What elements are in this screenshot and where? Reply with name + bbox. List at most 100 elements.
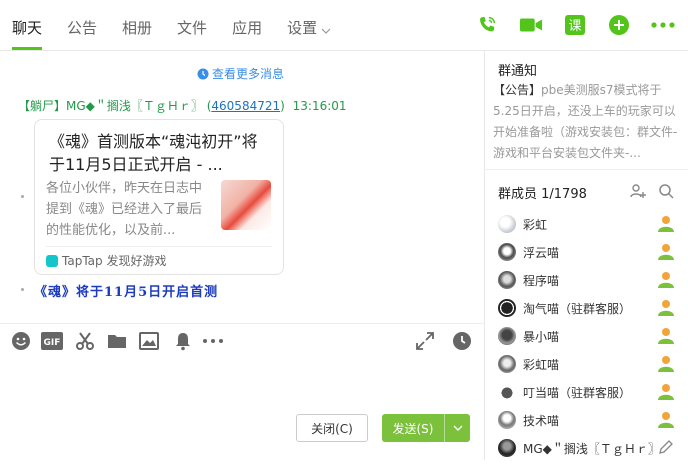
members-actions (618, 183, 674, 199)
tab-album[interactable]: 相册 (122, 0, 152, 50)
notice-body[interactable]: 【公告】pbe美测服s7模式将于5.25日开启，还没上车的玩家可以开始准备啦（游… (493, 80, 683, 164)
more-icon[interactable] (650, 12, 676, 38)
admin-icon (658, 300, 674, 316)
member-row[interactable]: 淘气喵（驻群客服） (485, 297, 688, 325)
search-icon[interactable] (658, 183, 674, 199)
chevron-down-icon[interactable] (444, 414, 470, 442)
card-thumbnail (221, 180, 271, 230)
composer-toolbar: GIF (10, 330, 474, 354)
sender-qq-link[interactable]: 460584721 (211, 99, 280, 113)
card-description: 各位小伙伴，昨天在日志中提到《魂》已经进入了最后的性能优化，以及前... (46, 181, 203, 238)
member-name: 暴小喵 (523, 330, 560, 344)
close-button-label: 关闭(C) (311, 421, 353, 436)
avatar (498, 243, 516, 261)
tab-files-label: 文件 (177, 19, 208, 37)
tab-announcement-label: 公告 (67, 19, 98, 37)
avatar (498, 215, 516, 233)
course-icon-label: 课 (568, 19, 581, 34)
message-time: 13:16:01 (292, 99, 347, 113)
avatar (498, 355, 516, 373)
sender-name[interactable]: 【躺尸】MG◆＂搁浅〖ＴｇＨｒ〗 (18, 99, 203, 113)
avatar (498, 299, 516, 317)
composer-divider (0, 323, 484, 324)
tab-files[interactable]: 文件 (177, 0, 207, 50)
member-name: 程序喵 (523, 274, 560, 288)
send-button-label: 发送(S) (392, 421, 434, 436)
send-button[interactable]: 发送(S) (382, 414, 470, 442)
tab-apps-label: 应用 (232, 19, 263, 37)
top-actions: 课 (456, 12, 676, 38)
card-title: 《魂》首测版本“魂沌初开”将于11月5日正式开启 - ... (49, 132, 258, 174)
member-name: 彩虹 (523, 218, 548, 232)
scissors-icon[interactable] (74, 330, 96, 352)
more-dots-icon[interactable] (202, 330, 224, 352)
avatar (498, 411, 516, 429)
sidebar-divider (485, 169, 688, 170)
admin-icon (658, 356, 674, 372)
course-icon[interactable]: 课 (562, 12, 588, 38)
admin-icon (658, 244, 674, 260)
video-icon[interactable] (518, 12, 544, 38)
tab-settings[interactable]: 设置 (287, 0, 331, 50)
avatar (498, 271, 516, 289)
admin-icon (658, 412, 674, 428)
tab-chat[interactable]: 聊天 (12, 0, 43, 50)
edit-icon (659, 440, 673, 454)
image-icon[interactable] (138, 330, 160, 352)
load-more-link[interactable]: 查看更多消息 (197, 65, 284, 82)
emoji-icon[interactable] (10, 330, 32, 352)
bell-icon[interactable] (172, 330, 194, 352)
member-name: MG◆＂搁浅〖ＴｇＨｒ〗 (523, 442, 660, 456)
avatar (498, 383, 516, 401)
member-row[interactable]: 叮当喵（驻群客服） (485, 381, 688, 409)
member-row[interactable]: 浮云喵 (485, 241, 688, 269)
folder-icon[interactable] (106, 330, 128, 352)
tab-announcement[interactable]: 公告 (67, 0, 97, 50)
bullet-dot (21, 288, 24, 291)
gif-icon[interactable]: GIF (40, 330, 64, 352)
link-card[interactable]: 《魂》首测版本“魂沌初开”将于11月5日正式开启 - ... 各位小伙伴，昨天在… (34, 119, 284, 275)
member-row[interactable]: 暴小喵 (485, 325, 688, 353)
plus-icon[interactable] (606, 12, 632, 38)
message-sender: 【躺尸】MG◆＂搁浅〖ＴｇＨｒ〗 (460584721) 13:16:01 (18, 97, 347, 114)
notice-title: 群通知 (498, 64, 538, 79)
member-row[interactable]: 程序喵 (485, 269, 688, 297)
group-sidebar: 群通知 【公告】pbe美测服s7模式将于5.25日开启，还没上车的玩家可以开始准… (485, 51, 688, 460)
avatar (498, 439, 516, 457)
top-bar: 聊天 公告 相册 文件 应用 设置 课 (0, 0, 688, 51)
avatar (498, 327, 516, 345)
message-input[interactable] (0, 360, 484, 410)
history-icon[interactable] (451, 330, 473, 352)
member-name: 淘气喵（驻群客服） (523, 302, 632, 316)
member-name: 彩虹喵 (523, 358, 560, 372)
admin-icon (658, 384, 674, 400)
chat-messages[interactable]: 查看更多消息 【躺尸】MG◆＂搁浅〖ＴｇＨｒ〗 (460584721) 13:1… (0, 51, 484, 323)
expand-icon[interactable] (414, 330, 436, 352)
member-row[interactable]: MG◆＂搁浅〖ＴｇＨｒ〗 (485, 437, 688, 465)
notice-tag: 【公告】 (493, 83, 542, 97)
chevron-down-icon (321, 1, 331, 57)
clock-icon (197, 68, 209, 79)
add-member-icon[interactable] (630, 183, 646, 199)
taptap-icon (46, 254, 58, 267)
gif-icon-label: GIF (44, 338, 61, 348)
tab-chat-label: 聊天 (12, 19, 43, 37)
card-divider (46, 246, 272, 247)
member-name: 叮当喵（驻群客服） (523, 386, 632, 400)
admin-icon (658, 272, 674, 288)
bullet-dot (21, 195, 24, 198)
close-button[interactable]: 关闭(C) (296, 414, 368, 442)
admin-icon (658, 328, 674, 344)
phone-icon[interactable] (474, 12, 500, 38)
members-title: 群成员 1/1798 (498, 187, 587, 202)
message-text: 《魂》将于11月5日开启首测 (34, 285, 219, 300)
tab-bar: 聊天 公告 相册 文件 应用 设置 (12, 0, 356, 50)
member-row[interactable]: 技术喵 (485, 409, 688, 437)
tab-settings-label: 设置 (287, 19, 318, 37)
member-row[interactable]: 彩虹喵 (485, 353, 688, 381)
member-name: 技术喵 (523, 414, 560, 428)
tab-apps[interactable]: 应用 (232, 0, 262, 50)
tab-album-label: 相册 (122, 19, 153, 37)
card-source: TapTap 发现好游戏 (46, 252, 166, 269)
member-row[interactable]: 彩虹 (485, 213, 688, 241)
